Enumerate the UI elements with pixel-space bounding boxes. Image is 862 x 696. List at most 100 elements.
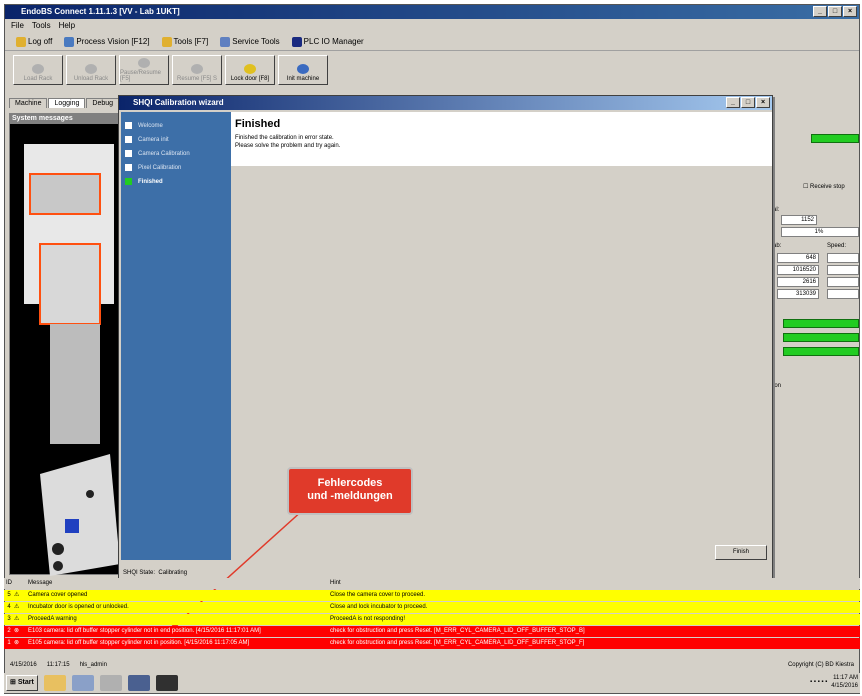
start-button[interactable]: ⊞ Start	[6, 675, 38, 691]
folder-icon[interactable]	[43, 675, 66, 691]
current-step-icon	[125, 178, 132, 185]
table-row[interactable]: 5 ⚠ Camera cover opened Close the camera…	[4, 590, 860, 601]
value-field-4: 313039	[777, 289, 819, 299]
dialog-title: SHQI Calibration wizard	[133, 98, 224, 107]
wizard-message: Finished the calibration in error state.…	[235, 134, 340, 150]
tab-debug[interactable]: Debug	[86, 98, 120, 108]
menu-bar: File Tools Help	[5, 19, 859, 32]
pause-icon	[138, 58, 150, 68]
speed-field-4	[827, 289, 859, 299]
wizard-message-line-2: Please solve the problem and try again.	[235, 143, 341, 149]
menu-help[interactable]: Help	[59, 19, 75, 32]
table-row[interactable]: 4 ⚠ Incubator door is opened or unlocked…	[4, 602, 860, 613]
right-label-3: ion	[773, 383, 782, 389]
tools-icon[interactable]	[99, 675, 122, 691]
dialog-maximize-button[interactable]: □	[741, 97, 755, 108]
lock-door-button[interactable]: Lock door [F8]	[225, 55, 275, 85]
table-row[interactable]: 3 ⚠ ProceedA warning ProceedA is not res…	[4, 614, 860, 625]
speed-field-2	[827, 265, 859, 275]
system-messages-panel: System messages	[9, 113, 121, 576]
annotation-line-2: und -meldungen	[307, 490, 393, 502]
machine-status-panel: ☐ Receive stop al: 1152 1% ab: Speed: 64…	[773, 113, 859, 575]
resume-button[interactable]: Resume [F5] S	[172, 55, 222, 85]
speed-field-3	[827, 277, 859, 287]
network-icon[interactable]	[127, 675, 150, 691]
tab-logging[interactable]: Logging	[48, 98, 86, 108]
tools-icon	[161, 36, 172, 47]
process-vision-button[interactable]: Process Vision [F12]	[61, 34, 152, 49]
warning-icon: ⚠	[14, 592, 20, 598]
calibration-wizard-dialog: SHQI Calibration wizard _ □ × Welcome Ca…	[118, 95, 773, 583]
init-machine-button[interactable]: Init machine	[278, 55, 328, 85]
menu-tools[interactable]: Tools	[32, 19, 51, 32]
tools-button[interactable]: Tools [F7]	[159, 34, 212, 49]
col-message-header: Message	[28, 580, 53, 586]
status-copyright: Copyright (C) BD Kiestra	[787, 662, 854, 668]
machine-camera-view	[24, 144, 120, 576]
log-off-button[interactable]: Log off	[13, 34, 55, 49]
status-time: 11:17:15	[46, 662, 70, 668]
wizard-heading: Finished	[235, 118, 281, 130]
taskbar: ⊞ Start ▪ ▪ ▪ ▪ ▪ 11:17 AM 4/15/2016	[4, 673, 860, 693]
dialog-close-button[interactable]: ×	[756, 97, 770, 108]
main-toolbar: Log off Process Vision [F12] Tools [F7] …	[5, 33, 859, 51]
shqi-status: SHQI State: Calibrating	[123, 570, 187, 576]
message-table-header: ID Message Hint	[4, 578, 860, 589]
status-user: hls_admin	[79, 662, 107, 668]
window-titlebar: EndoBS Connect 1.11.1.3 [VV - Lab 1UKT] …	[5, 5, 859, 19]
step-checkbox-icon	[125, 136, 132, 143]
speed-label: Speed:	[827, 243, 847, 249]
wizard-step-camera-init: Camera init	[125, 136, 169, 143]
wizard-message-line-1: Finished the calibration in error state.	[235, 135, 334, 141]
finish-button[interactable]: Finish	[715, 545, 767, 560]
table-row[interactable]: 2 ⊗ E103 camera: lid off buffer stopper …	[4, 626, 860, 637]
annotation-callout: Fehlercodes und -meldungen	[287, 467, 413, 515]
col-hint-header: Hint	[330, 580, 341, 586]
status-bar: 4/15/2016 11:17:15 hls_admin Copyright (…	[4, 659, 860, 671]
error-icon: ⊗	[14, 628, 20, 634]
init-icon	[297, 64, 309, 74]
percent-field: 1%	[781, 227, 859, 237]
pause-resume-button[interactable]: Pause/Resume [F5]	[119, 55, 169, 85]
service-tools-button[interactable]: Service Tools	[217, 34, 282, 49]
wizard-step-pixel-calibration: Pixel Calibration	[125, 164, 181, 171]
wizard-step-welcome: Welcome	[125, 122, 163, 129]
camera-icon[interactable]	[155, 675, 178, 691]
dialog-minimize-button[interactable]: _	[726, 97, 740, 108]
wizard-steps-sidebar: Welcome Camera init Camera Calibration P…	[121, 112, 231, 560]
close-button[interactable]: ×	[843, 6, 857, 17]
value-field-3: 2616	[777, 277, 819, 287]
main-tabs: Machine Logging Debug	[9, 98, 120, 108]
warning-icon: ⚠	[14, 616, 20, 622]
minimize-button[interactable]: _	[813, 6, 827, 17]
rack-icon	[32, 64, 44, 74]
tab-machine[interactable]: Machine	[9, 98, 48, 108]
count-field: 1152	[781, 215, 817, 225]
clock[interactable]: 11:17 AM 4/15/2016	[831, 674, 858, 690]
wizard-step-finished: Finished	[125, 178, 163, 185]
vision-icon	[64, 36, 75, 47]
system-messages-header: System messages	[10, 114, 120, 124]
menu-file[interactable]: File	[11, 19, 24, 32]
step-checkbox-icon	[125, 150, 132, 157]
status-bar-green	[783, 319, 859, 328]
plc-io-manager-button[interactable]: PLC IO Manager	[289, 34, 367, 49]
resume-icon	[191, 64, 203, 74]
load-rack-button[interactable]: Load Rack	[13, 55, 63, 85]
tray-icons: ▪ ▪ ▪ ▪ ▪	[809, 679, 828, 685]
shqi-status-value: Calibrating	[158, 570, 188, 576]
status-bar-green	[783, 347, 859, 356]
speed-field-1	[827, 253, 859, 263]
system-tray: ▪ ▪ ▪ ▪ ▪ 11:17 AM 4/15/2016	[810, 674, 858, 690]
maximize-button[interactable]: □	[828, 6, 842, 17]
table-row[interactable]: 1 ⊗ E105 camera: lid off buffer stopper …	[4, 638, 860, 649]
col-id-header: ID	[6, 580, 12, 586]
annotation-line-1: Fehlercodes	[317, 477, 383, 489]
wizard-step-camera-calibration: Camera Calibration	[125, 150, 190, 157]
app-icon[interactable]	[71, 675, 94, 691]
wizard-content: Finished Finished the calibration in err…	[231, 112, 772, 166]
receive-stop-checkbox[interactable]: ☐ Receive stop	[803, 183, 845, 190]
unload-rack-button[interactable]: Unload Rack	[66, 55, 116, 85]
step-checkbox-icon	[125, 164, 132, 171]
wrench-icon	[220, 36, 231, 47]
